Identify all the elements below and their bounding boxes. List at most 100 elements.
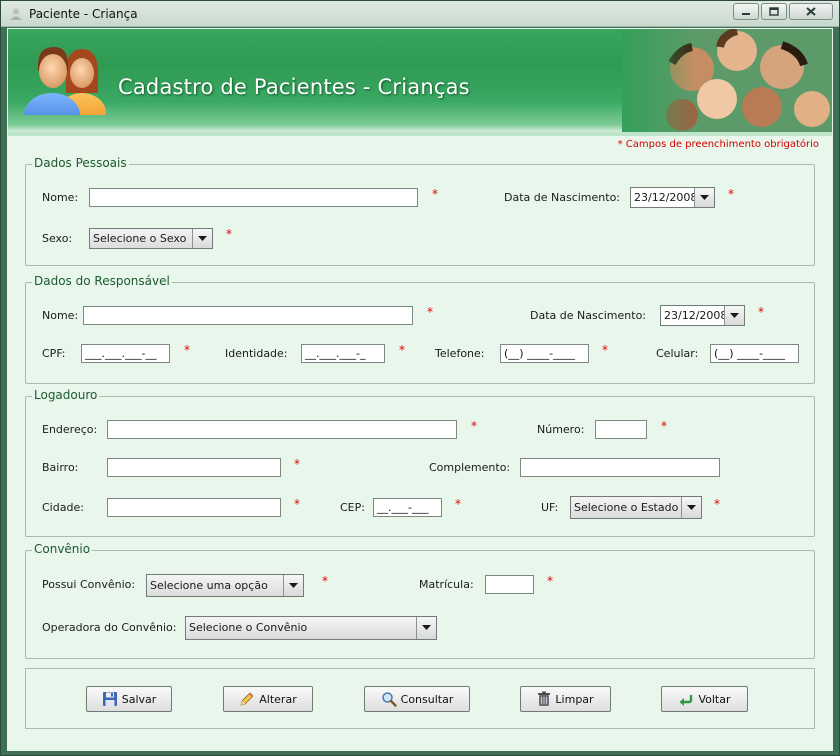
calendar-dropdown-button[interactable] — [724, 306, 744, 325]
celular-input[interactable]: (__) ____-____ — [710, 344, 799, 363]
group-dados-pessoais: Dados Pessoais Nome: * Data de Nasciment… — [25, 156, 815, 266]
required-asterisk: * — [184, 343, 190, 357]
floppy-disk-icon — [102, 692, 117, 706]
cep-input[interactable]: __.___-___ — [373, 498, 442, 517]
required-asterisk: * — [432, 187, 438, 201]
endereco-input[interactable] — [107, 420, 457, 439]
required-asterisk: * — [602, 343, 608, 357]
responsavel-nascimento-value: 23/12/2008 — [664, 309, 728, 322]
uf-value: Selecione o Estado — [574, 501, 679, 514]
required-asterisk: * — [294, 497, 300, 511]
required-asterisk: * — [399, 343, 405, 357]
uf-select[interactable]: Selecione o Estado — [570, 496, 702, 519]
required-asterisk: * — [294, 457, 300, 471]
children-photo — [622, 29, 832, 133]
app-icon — [10, 8, 22, 20]
chevron-down-icon — [422, 625, 431, 630]
data-nascimento-picker[interactable]: 23/12/2008 — [630, 187, 715, 208]
matricula-input[interactable] — [485, 575, 534, 594]
numero-input[interactable] — [595, 420, 647, 439]
possui-convenio-label: Possui Convênio: — [42, 578, 136, 591]
required-asterisk: * — [714, 497, 720, 511]
uf-dropdown-button[interactable] — [681, 497, 701, 518]
chevron-down-icon — [198, 235, 207, 241]
alterar-button[interactable]: Alterar — [223, 686, 313, 712]
chevron-down-icon — [700, 194, 709, 200]
close-button[interactable] — [789, 3, 833, 20]
responsavel-nome-input[interactable] — [83, 306, 413, 325]
group-legend: Convênio — [32, 542, 93, 556]
required-asterisk: * — [661, 419, 667, 433]
action-button-bar: Salvar Alterar Consultar Limpar Voltar — [25, 668, 815, 729]
required-asterisk: * — [322, 574, 328, 588]
required-asterisk: * — [226, 227, 232, 241]
bairro-label: Bairro: — [42, 461, 79, 474]
matricula-label: Matrícula: — [419, 578, 474, 591]
group-legend: Dados do Responsável — [32, 274, 172, 288]
users-icon — [24, 47, 106, 115]
voltar-button[interactable]: Voltar — [661, 686, 748, 712]
header-banner: Cadastro de Pacientes - Crianças — [8, 29, 832, 133]
possui-convenio-select[interactable]: Selecione uma opção — [146, 574, 304, 597]
identidade-input[interactable]: __.___.___-_ — [301, 344, 385, 363]
responsavel-nascimento-picker[interactable]: 23/12/2008 — [660, 305, 745, 326]
required-asterisk: * — [758, 305, 764, 319]
endereco-label: Endereço: — [42, 423, 98, 436]
window-title: Paciente - Criança — [29, 7, 138, 21]
consultar-label: Consultar — [400, 692, 454, 706]
required-asterisk: * — [427, 305, 433, 319]
group-legend: Logadouro — [32, 388, 100, 402]
telefone-input[interactable]: (__) ____-____ — [500, 344, 589, 363]
salvar-button[interactable]: Salvar — [86, 686, 172, 712]
data-nascimento-label: Data de Nascimento: — [504, 191, 621, 204]
cidade-input[interactable] — [107, 498, 281, 517]
application-window: Paciente - Criança Cadastro de Pacientes… — [0, 0, 840, 756]
nome-input[interactable] — [89, 188, 418, 207]
magnifier-icon — [381, 692, 397, 707]
close-icon — [806, 7, 816, 16]
title-bar[interactable]: Paciente - Criança — [1, 1, 839, 27]
operadora-select[interactable]: Selecione o Convênio — [185, 616, 437, 640]
alterar-label: Alterar — [259, 692, 297, 706]
responsavel-nome-label: Nome: — [42, 309, 79, 322]
pencil-icon — [240, 692, 254, 706]
cep-label: CEP: — [340, 501, 365, 514]
bairro-input[interactable] — [107, 458, 281, 477]
voltar-label: Voltar — [698, 692, 731, 706]
chevron-down-icon — [289, 582, 298, 588]
minimize-icon — [742, 12, 750, 15]
limpar-button[interactable]: Limpar — [520, 686, 611, 712]
sexo-select[interactable]: Selecione o Sexo — [89, 228, 213, 249]
complemento-label: Complemento: — [429, 461, 511, 474]
possui-convenio-dropdown-button[interactable] — [283, 575, 303, 596]
required-asterisk: * — [547, 574, 553, 588]
maximize-icon — [769, 7, 779, 16]
trash-can-icon — [538, 691, 551, 706]
group-dados-responsavel: Dados do Responsável Nome: * Data de Nas… — [25, 274, 815, 384]
minimize-button[interactable] — [733, 3, 759, 20]
limpar-label: Limpar — [555, 692, 594, 706]
return-arrow-icon — [679, 695, 693, 706]
cpf-input[interactable]: ___.___.___-__ — [81, 344, 170, 363]
form-client-area: Cadastro de Pacientes - Crianças * Campo… — [7, 28, 833, 751]
operadora-label: Operadora do Convênio: — [42, 621, 177, 634]
complemento-input[interactable] — [520, 458, 720, 477]
operadora-value: Selecione o Convênio — [189, 621, 308, 634]
group-logradouro: Logadouro Endereço: * Número: * Bairro: … — [25, 388, 815, 537]
chevron-down-icon — [687, 504, 696, 510]
group-convenio: Convênio Possui Convênio: Selecione uma … — [25, 542, 815, 659]
uf-label: UF: — [541, 501, 559, 514]
numero-label: Número: — [537, 423, 585, 436]
sexo-label: Sexo: — [42, 232, 73, 245]
calendar-dropdown-button[interactable] — [694, 188, 714, 207]
required-asterisk: * — [471, 419, 477, 433]
nome-label: Nome: — [42, 191, 79, 204]
sexo-dropdown-button[interactable] — [192, 229, 212, 248]
telefone-label: Telefone: — [435, 347, 485, 360]
consultar-button[interactable]: Consultar — [364, 686, 470, 712]
cidade-label: Cidade: — [42, 501, 84, 514]
operadora-dropdown-button[interactable] — [416, 617, 436, 639]
maximize-button[interactable] — [761, 3, 787, 20]
window-controls — [733, 3, 833, 20]
banner-separator — [8, 132, 832, 136]
